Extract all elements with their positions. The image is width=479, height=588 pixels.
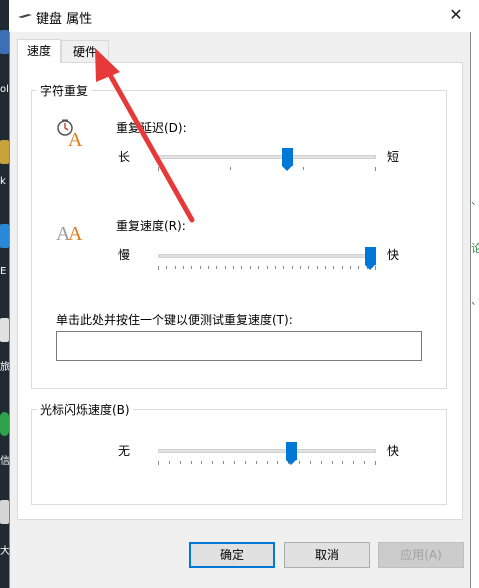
repeat-rate-slider-tick (375, 266, 376, 270)
cursor-blink-slider-tick (342, 461, 343, 464)
char-repeat-group-label: 字符重复 (37, 82, 92, 99)
cursor-blink-slider-tick (310, 461, 311, 464)
repeat-rate-label: 重复速度(R): (116, 219, 186, 233)
background-app-text-2: 论 (471, 242, 479, 255)
desktop-icon-2[interactable] (0, 140, 9, 164)
svg-text:A: A (68, 129, 83, 148)
repeat-test-input[interactable] (56, 331, 422, 361)
desktop-icon-1[interactable] (0, 30, 9, 54)
cursor-blink-slider-tick (364, 461, 365, 464)
repeat-delay-slider[interactable] (158, 146, 376, 174)
cursor-blink-slider-tick (191, 461, 192, 464)
cursor-blink-slider-tick (321, 461, 322, 464)
repeat-rate-slider-tick (275, 266, 276, 269)
repeat-rate-slider-tick (358, 266, 359, 269)
repeat-rate-slider-tick (158, 266, 159, 270)
cursor-blink-slider-track (158, 449, 376, 453)
repeat-rate-slider-tick (317, 266, 318, 269)
cursor-blink-slider-tick (158, 461, 159, 465)
desktop-icon-6[interactable] (0, 500, 9, 524)
desktop-label-3: E (0, 266, 7, 277)
repeat-rate-slider-tick (325, 266, 326, 269)
repeat-delay-slider-track (158, 155, 376, 159)
repeat-delay-right-label: 短 (387, 150, 400, 164)
repeat-rate-slider-track (158, 254, 376, 258)
repeat-delay-slider-thumb[interactable] (282, 148, 293, 171)
cursor-blink-slider[interactable] (158, 440, 376, 468)
repeat-rate-slider-tick (208, 266, 209, 269)
repeat-rate-slider-tick (166, 266, 167, 269)
cursor-blink-slider-thumb[interactable] (286, 442, 297, 465)
repeat-rate-slider-tick (267, 266, 268, 269)
repeat-rate-slider-tick (191, 266, 192, 269)
cursor-blink-slider-tick (299, 461, 300, 464)
repeat-rate-slider-tick (175, 266, 176, 269)
cursor-blink-slider-tick (223, 461, 224, 464)
repeat-test-label: 单击此处并按住一个键以便测试重复速度(T): (56, 313, 293, 327)
repeat-rate-slider[interactable] (158, 245, 376, 273)
cursor-blink-group-label: 光标闪烁速度(B) (37, 401, 133, 418)
repeat-rate-slider-tick (308, 266, 309, 269)
desktop-label-6: 大 (0, 546, 9, 557)
repeat-rate-slider-tick (342, 266, 343, 269)
repeat-rate-slider-tick (250, 266, 251, 269)
repeat-rate-slider-tick (292, 266, 293, 269)
cursor-blink-slider-tick (180, 461, 181, 464)
repeat-delay-slider-tick (158, 167, 159, 171)
background-app-text-3: 、 (471, 292, 479, 308)
repeat-delay-label: 重复延迟(D): (116, 121, 187, 135)
apply-button[interactable]: 应用(A) (378, 542, 464, 568)
cursor-blink-slider-tick (212, 461, 213, 464)
cursor-blink-slider-tick (332, 461, 333, 464)
cursor-blink-slider-tick (169, 461, 170, 464)
window-title: 键盘 属性 (36, 12, 93, 27)
desktop-icon-4[interactable] (0, 318, 9, 342)
repeat-rate-slider-tick (216, 266, 217, 269)
repeat-rate-left-label: 慢 (118, 248, 131, 262)
repeat-rate-slider-tick (333, 266, 334, 269)
cursor-blink-slider-tick (234, 461, 235, 464)
desktop-label-2: k (0, 176, 6, 187)
cursor-blink-slider-tick (353, 461, 354, 464)
repeat-rate-slider-tick (225, 266, 226, 269)
repeat-rate-slider-tick (350, 266, 351, 269)
repeat-delay-left-label: 长 (118, 150, 131, 164)
tab-speed[interactable]: 速度 (17, 39, 61, 63)
close-button[interactable]: ✕ (444, 4, 468, 26)
background-app-text-1: 、 (471, 192, 479, 208)
repeat-rate-icon: A A (56, 223, 83, 244)
cancel-button[interactable]: 取消 (284, 542, 370, 568)
repeat-rate-slider-thumb[interactable] (365, 247, 376, 270)
repeat-rate-slider-tick (300, 266, 301, 269)
svg-text:A: A (68, 223, 83, 244)
keyboard-icon (18, 14, 32, 18)
repeat-rate-slider-tick (258, 266, 259, 269)
ok-button[interactable]: 确定 (189, 542, 275, 568)
repeat-rate-right-label: 快 (387, 248, 400, 262)
cursor-blink-right-label: 快 (387, 444, 400, 458)
repeat-rate-slider-tick (283, 266, 284, 269)
cursor-blink-slider-tick (277, 461, 278, 464)
repeat-rate-slider-tick (233, 266, 234, 269)
repeat-delay-slider-tick (375, 167, 376, 171)
tab-hardware[interactable]: 硬件 (61, 40, 109, 62)
repeat-rate-slider-tick (200, 266, 201, 269)
repeat-rate-slider-tick (183, 266, 184, 269)
desktop-label-4: 旅 (0, 362, 9, 373)
repeat-delay-slider-tick (230, 167, 231, 170)
repeat-delay-slider-tick (303, 167, 304, 170)
cursor-blink-slider-tick (201, 461, 202, 464)
desktop-label-5: 信 (0, 456, 9, 467)
cursor-blink-slider-tick (267, 461, 268, 464)
cursor-blink-slider-tick (375, 461, 376, 465)
repeat-delay-icon: A (57, 119, 83, 148)
repeat-rate-slider-tick (241, 266, 242, 269)
cursor-blink-slider-tick (245, 461, 246, 464)
cursor-blink-slider-tick (256, 461, 257, 464)
desktop-icon-5[interactable] (0, 412, 9, 436)
cursor-blink-left-label: 无 (118, 444, 131, 458)
desktop-icon-3[interactable] (0, 224, 9, 248)
desktop-label-1: ol (0, 84, 9, 95)
